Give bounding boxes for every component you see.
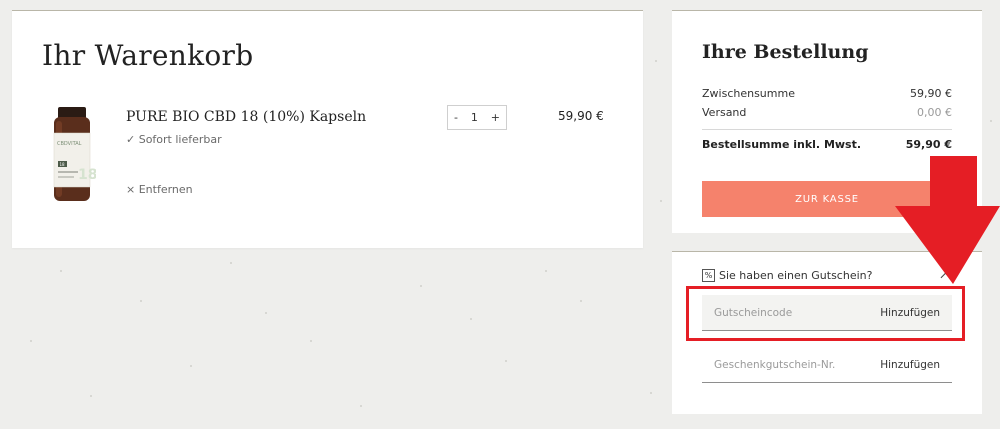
- qty-value[interactable]: 1: [471, 111, 478, 124]
- svg-text:CBDVITAL: CBDVITAL: [57, 141, 82, 147]
- product-name[interactable]: PURE BIO CBD 18 (10%) Kapseln: [126, 109, 366, 125]
- coupon-add-button[interactable]: Hinzufügen: [880, 307, 940, 319]
- coupon-code-field: Hinzufügen: [702, 295, 952, 331]
- summary-divider: [702, 129, 952, 130]
- svg-text:18: 18: [60, 162, 66, 167]
- product-image[interactable]: CBDVITAL 18 18: [48, 107, 96, 203]
- page-title: Ihr Warenkorb: [42, 39, 254, 72]
- shipping-label: Versand: [702, 106, 747, 119]
- cart-card: Ihr Warenkorb CBDVITAL 18 18 PURE BIO CB…: [12, 10, 643, 248]
- subtotal-row: Zwischensumme 59,90 €: [702, 87, 952, 100]
- availability-status: ✓ Sofort lieferbar: [126, 133, 222, 146]
- order-summary-card: Ihre Bestellung Zwischensumme 59,90 € Ve…: [672, 10, 982, 233]
- subtotal-label: Zwischensumme: [702, 87, 795, 100]
- shipping-row: Versand 0,00 €: [702, 106, 952, 119]
- coupon-code-input[interactable]: [714, 306, 864, 319]
- svg-text:18: 18: [78, 167, 96, 183]
- line-item-price: 59,90 €: [558, 109, 604, 123]
- qty-decrease-button[interactable]: -: [454, 111, 458, 124]
- qty-increase-button[interactable]: +: [491, 111, 500, 124]
- total-label: Bestellsumme inkl. Mwst.: [702, 138, 862, 151]
- total-row: Bestellsumme inkl. Mwst. 59,90 €: [702, 138, 952, 151]
- quantity-stepper: - 1 +: [447, 105, 507, 130]
- gift-card-input[interactable]: [714, 358, 864, 371]
- order-summary-title: Ihre Bestellung: [702, 41, 869, 63]
- percent-icon: %: [702, 269, 715, 282]
- remove-item-link[interactable]: × Entfernen: [126, 183, 193, 196]
- voucher-toggle[interactable]: % Sie haben einen Gutschein?: [702, 269, 952, 283]
- checkout-button[interactable]: ZUR KASSE: [702, 181, 952, 217]
- voucher-heading: Sie haben einen Gutschein?: [719, 269, 873, 282]
- voucher-card: % Sie haben einen Gutschein? Hinzufügen …: [672, 251, 982, 414]
- subtotal-value: 59,90 €: [910, 87, 952, 100]
- chevron-up-icon[interactable]: [940, 272, 951, 283]
- gift-card-add-button[interactable]: Hinzufügen: [880, 359, 940, 371]
- total-value: 59,90 €: [905, 138, 952, 151]
- shipping-value: 0,00 €: [917, 106, 952, 119]
- gift-card-field: Hinzufügen: [702, 347, 952, 383]
